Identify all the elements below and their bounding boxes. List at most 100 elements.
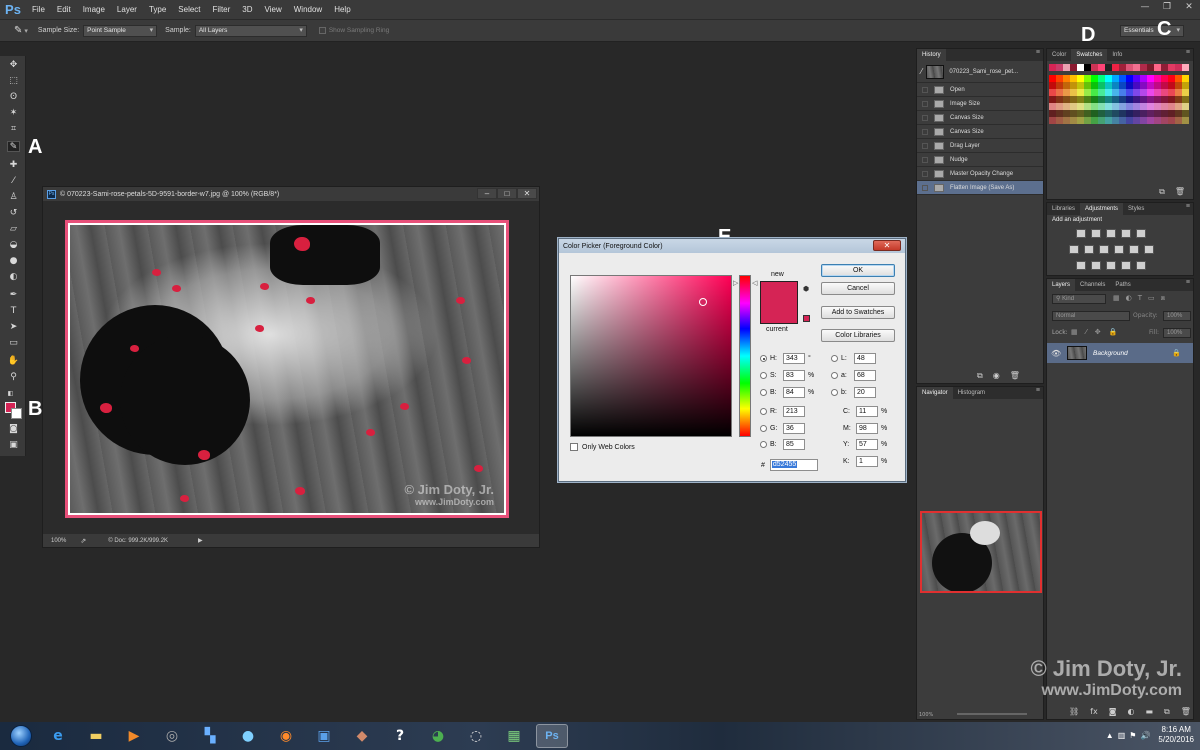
- recent-swatch[interactable]: [1070, 64, 1077, 71]
- recent-swatch[interactable]: [1126, 64, 1133, 71]
- move-tool-icon[interactable]: ✥: [7, 60, 20, 71]
- zoom-tool-icon[interactable]: ⚲: [7, 372, 20, 383]
- swatch[interactable]: [1084, 75, 1091, 82]
- saturation-radio[interactable]: [760, 372, 767, 379]
- swatch[interactable]: [1182, 82, 1189, 89]
- hue-slider[interactable]: [739, 275, 751, 437]
- tab-swatches[interactable]: Swatches: [1071, 49, 1108, 61]
- green-radio[interactable]: [760, 425, 767, 432]
- swatch[interactable]: [1063, 117, 1070, 124]
- swatch[interactable]: [1154, 96, 1161, 103]
- color-lookup-icon[interactable]: [1144, 245, 1154, 254]
- swatch[interactable]: [1126, 75, 1133, 82]
- saturation-input[interactable]: 83: [783, 370, 805, 381]
- swatch[interactable]: [1077, 110, 1084, 117]
- layer-style-icon[interactable]: fx: [1090, 707, 1098, 717]
- recent-swatch[interactable]: [1140, 64, 1147, 71]
- swatch[interactable]: [1049, 82, 1056, 89]
- swatch[interactable]: [1161, 75, 1168, 82]
- swatch[interactable]: [1126, 103, 1133, 110]
- swatch[interactable]: [1154, 110, 1161, 117]
- tab-layers[interactable]: Layers: [1047, 279, 1076, 291]
- trash-icon[interactable]: 🗑: [1010, 371, 1020, 381]
- swatch[interactable]: [1161, 103, 1168, 110]
- sample-select[interactable]: All Layers: [194, 24, 307, 37]
- volume-icon[interactable]: 🔊: [1140, 731, 1150, 740]
- red-input[interactable]: 213: [783, 406, 805, 417]
- menu-edit[interactable]: Edit: [51, 5, 77, 14]
- swatch[interactable]: [1133, 96, 1140, 103]
- swatch[interactable]: [1049, 117, 1056, 124]
- swatch[interactable]: [1063, 103, 1070, 110]
- hue-right-arrow-icon[interactable]: ◁: [752, 279, 757, 287]
- levels-icon[interactable]: [1091, 229, 1101, 238]
- selective-color-icon[interactable]: [1121, 261, 1131, 270]
- history-source-checkbox[interactable]: [922, 184, 928, 191]
- history-source-checkbox[interactable]: [922, 142, 928, 149]
- dodge-tool-icon[interactable]: ◐: [7, 272, 20, 283]
- close-icon[interactable]: ✕: [873, 240, 901, 251]
- trash-icon[interactable]: 🗑: [1181, 707, 1191, 717]
- swatch[interactable]: [1168, 75, 1175, 82]
- swatch[interactable]: [1168, 110, 1175, 117]
- history-source-checkbox[interactable]: [922, 170, 928, 177]
- swatch[interactable]: [1140, 89, 1147, 96]
- swatch[interactable]: [1147, 117, 1154, 124]
- type-filter-icon[interactable]: T: [1138, 294, 1142, 303]
- help-icon[interactable]: ?: [384, 724, 416, 748]
- lab-a-radio[interactable]: [831, 372, 838, 379]
- recent-swatch[interactable]: [1112, 64, 1119, 71]
- recent-swatch[interactable]: [1077, 64, 1084, 71]
- black-input[interactable]: 1: [856, 456, 878, 467]
- history-item[interactable]: Open: [917, 83, 1043, 97]
- hue-radio[interactable]: [760, 355, 767, 362]
- swatch[interactable]: [1147, 103, 1154, 110]
- swatch[interactable]: [1133, 75, 1140, 82]
- swatch[interactable]: [1063, 82, 1070, 89]
- tab-paths[interactable]: Paths: [1110, 279, 1135, 291]
- web-safe-swatch[interactable]: [803, 315, 810, 322]
- history-brush-tool-icon[interactable]: ↺: [7, 208, 20, 219]
- adjustment-layer-icon[interactable]: ◐: [1127, 707, 1134, 717]
- invert-icon[interactable]: [1076, 261, 1086, 270]
- flag-icon[interactable]: ⚑: [1129, 731, 1136, 740]
- menu-image[interactable]: Image: [77, 5, 111, 14]
- tool-preset-chevron-icon[interactable]: ▾: [24, 27, 28, 35]
- recent-swatch[interactable]: [1175, 64, 1182, 71]
- tab-color[interactable]: Color: [1047, 49, 1071, 61]
- swatch[interactable]: [1098, 117, 1105, 124]
- tab-info[interactable]: Info: [1107, 49, 1127, 61]
- swatch[interactable]: [1182, 110, 1189, 117]
- add-to-swatches-button[interactable]: Add to Swatches: [821, 306, 895, 319]
- swatch-grid[interactable]: [1049, 75, 1189, 124]
- color-cursor[interactable]: [699, 298, 707, 306]
- swatch[interactable]: [1147, 110, 1154, 117]
- marquee-tool-icon[interactable]: ⬚: [7, 76, 20, 87]
- swatch[interactable]: [1140, 117, 1147, 124]
- menu-window[interactable]: Window: [288, 5, 328, 14]
- history-source-checkbox[interactable]: [922, 100, 928, 107]
- swatch[interactable]: [1175, 82, 1182, 89]
- cancel-button[interactable]: Cancel: [821, 282, 895, 295]
- app-icon-3[interactable]: ●: [232, 724, 264, 748]
- swatch[interactable]: [1105, 110, 1112, 117]
- blur-tool-icon[interactable]: ●: [7, 256, 20, 267]
- swatch[interactable]: [1105, 75, 1112, 82]
- swatch[interactable]: [1049, 96, 1056, 103]
- swatch[interactable]: [1133, 82, 1140, 89]
- swatch[interactable]: [1077, 96, 1084, 103]
- swatch[interactable]: [1063, 89, 1070, 96]
- photo-filter-icon[interactable]: [1114, 245, 1124, 254]
- swatch[interactable]: [1084, 82, 1091, 89]
- navigator-zoom[interactable]: 100%: [919, 712, 933, 718]
- blend-mode-select[interactable]: Normal: [1052, 311, 1130, 321]
- swatch[interactable]: [1091, 82, 1098, 89]
- recent-swatch[interactable]: [1147, 64, 1154, 71]
- minimize-icon[interactable]: —: [1134, 0, 1156, 14]
- history-item[interactable]: Drag Layer: [917, 139, 1043, 153]
- history-source-checkbox[interactable]: [922, 114, 928, 121]
- document-canvas[interactable]: © Jim Doty, Jr. www.JimDoty.com: [43, 201, 539, 535]
- link-layers-icon[interactable]: ⛓: [1069, 707, 1079, 717]
- network-icon[interactable]: ▥: [1118, 731, 1126, 740]
- hue-input[interactable]: 343: [783, 353, 805, 364]
